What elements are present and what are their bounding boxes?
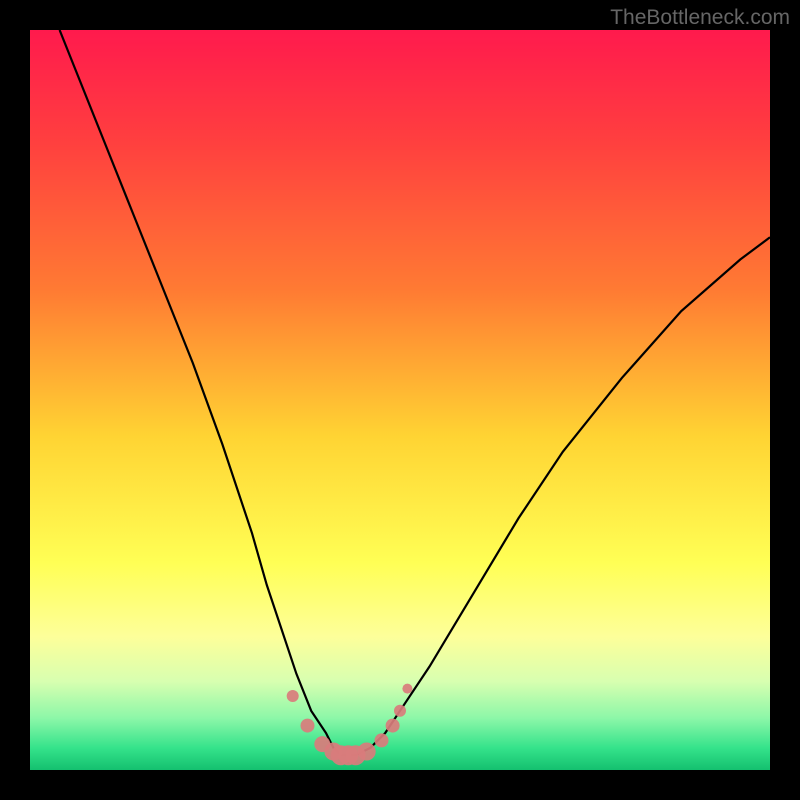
gradient-background [30, 30, 770, 770]
chart-plot-area [30, 30, 770, 770]
marker-dot [394, 705, 406, 717]
watermark-text: TheBottleneck.com [610, 6, 790, 30]
marker-dot [287, 690, 299, 702]
marker-dot [358, 743, 376, 761]
marker-dot [386, 719, 400, 733]
marker-dot [375, 733, 389, 747]
chart-svg [30, 30, 770, 770]
marker-dot [301, 719, 315, 733]
marker-dot [402, 684, 412, 694]
